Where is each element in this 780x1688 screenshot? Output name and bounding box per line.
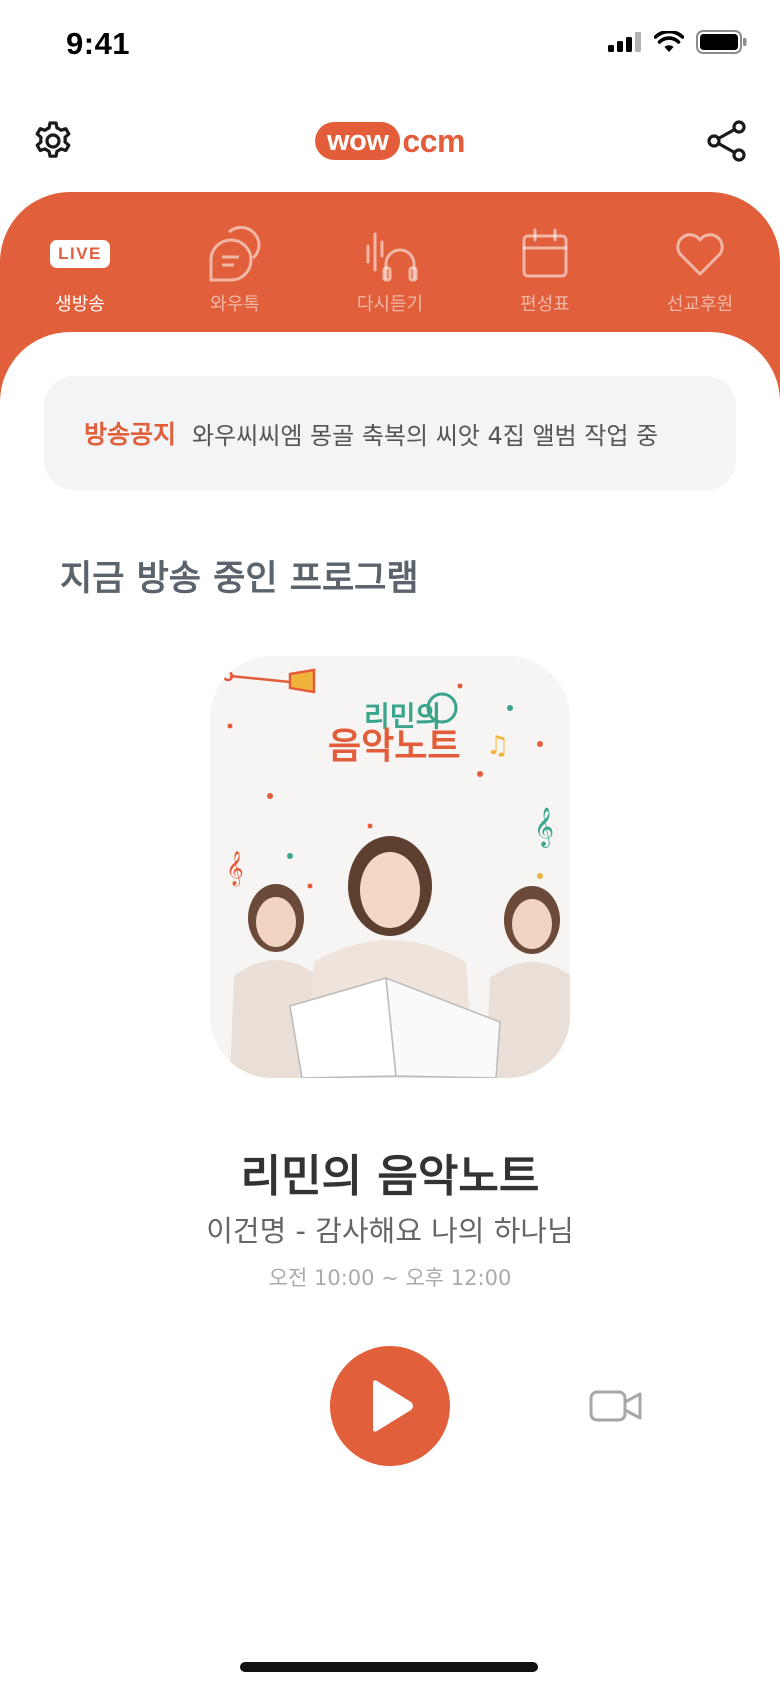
wifi-icon bbox=[654, 31, 684, 52]
status-bar: 9:41 bbox=[0, 0, 780, 90]
live-icon: LIVE bbox=[50, 226, 110, 282]
status-icons bbox=[608, 30, 748, 54]
status-time: 9:41 bbox=[66, 26, 131, 61]
svg-text:𝄞: 𝄞 bbox=[226, 851, 244, 887]
notice-label: 방송공지 bbox=[84, 420, 177, 449]
video-camera-icon bbox=[589, 1390, 642, 1422]
main-content: 방송공지 와우씨씨엠 몽골 축복의 씨앗 4집 앨범 작업 중 지금 방송 중인… bbox=[0, 332, 780, 1688]
now-playing-song: 이건명 - 감사해요 나의 하나님 bbox=[206, 1214, 574, 1248]
chat-bubbles-icon bbox=[209, 226, 261, 282]
tab-label: 와우톡 bbox=[210, 294, 260, 315]
tab-row: LIVE 생방송 와우톡 다시듣기 편성표 선교후원 bbox=[20, 226, 760, 316]
cellular-signal-icon bbox=[608, 32, 641, 52]
notice-text: 와우씨씨엠 몽골 축복의 씨앗 4집 앨범 작업 중 bbox=[192, 421, 659, 450]
logo-ccm: ccm bbox=[402, 122, 465, 159]
logo-wow: wow bbox=[315, 122, 401, 160]
wowccm-logo: wow ccm bbox=[315, 118, 465, 164]
svg-text:음악노트: 음악노트 bbox=[328, 726, 460, 767]
program-title: 리민의 음악노트 bbox=[240, 1151, 540, 1202]
album-art-image: ♫ 𝄞 𝄞 리민의 음악노트 bbox=[210, 656, 570, 1078]
live-badge: LIVE bbox=[50, 240, 110, 268]
section-title: 지금 방송 중인 프로그램 bbox=[60, 559, 419, 599]
play-icon bbox=[373, 1380, 413, 1432]
tab-label: 생방송 bbox=[55, 294, 105, 315]
share-button[interactable] bbox=[696, 110, 758, 172]
tab-schedule[interactable]: 편성표 bbox=[485, 226, 605, 316]
settings-button[interactable] bbox=[22, 110, 84, 172]
heart-icon bbox=[676, 233, 724, 276]
home-indicator bbox=[240, 1662, 538, 1672]
program-time: 오전 10:00 ~ 오후 12:00 bbox=[268, 1266, 512, 1290]
app-header: wow ccm bbox=[0, 110, 780, 172]
calendar-icon bbox=[522, 228, 568, 278]
tab-label: 편성표 bbox=[520, 294, 570, 315]
tab-label: 선교후원 bbox=[666, 294, 734, 315]
share-icon bbox=[707, 120, 746, 162]
tab-replay[interactable]: 다시듣기 bbox=[330, 226, 450, 316]
battery-icon bbox=[696, 30, 747, 54]
gear-icon bbox=[35, 121, 71, 158]
album-art[interactable]: ♫ 𝄞 𝄞 리민의 음악노트 bbox=[210, 656, 570, 1078]
tab-mission-support[interactable]: 선교후원 bbox=[640, 226, 760, 316]
svg-text:♫: ♫ bbox=[486, 731, 509, 761]
broadcast-notice[interactable]: 방송공지 와우씨씨엠 몽골 축복의 씨앗 4집 앨범 작업 중 bbox=[44, 376, 736, 490]
video-button[interactable] bbox=[588, 1378, 644, 1434]
svg-text:𝄞: 𝄞 bbox=[534, 807, 554, 848]
tab-label: 다시듣기 bbox=[356, 294, 424, 315]
tab-wowtalk[interactable]: 와우톡 bbox=[175, 226, 295, 316]
tab-live[interactable]: LIVE 생방송 bbox=[20, 226, 140, 316]
play-button[interactable] bbox=[330, 1346, 450, 1466]
headphones-icon bbox=[366, 232, 418, 282]
